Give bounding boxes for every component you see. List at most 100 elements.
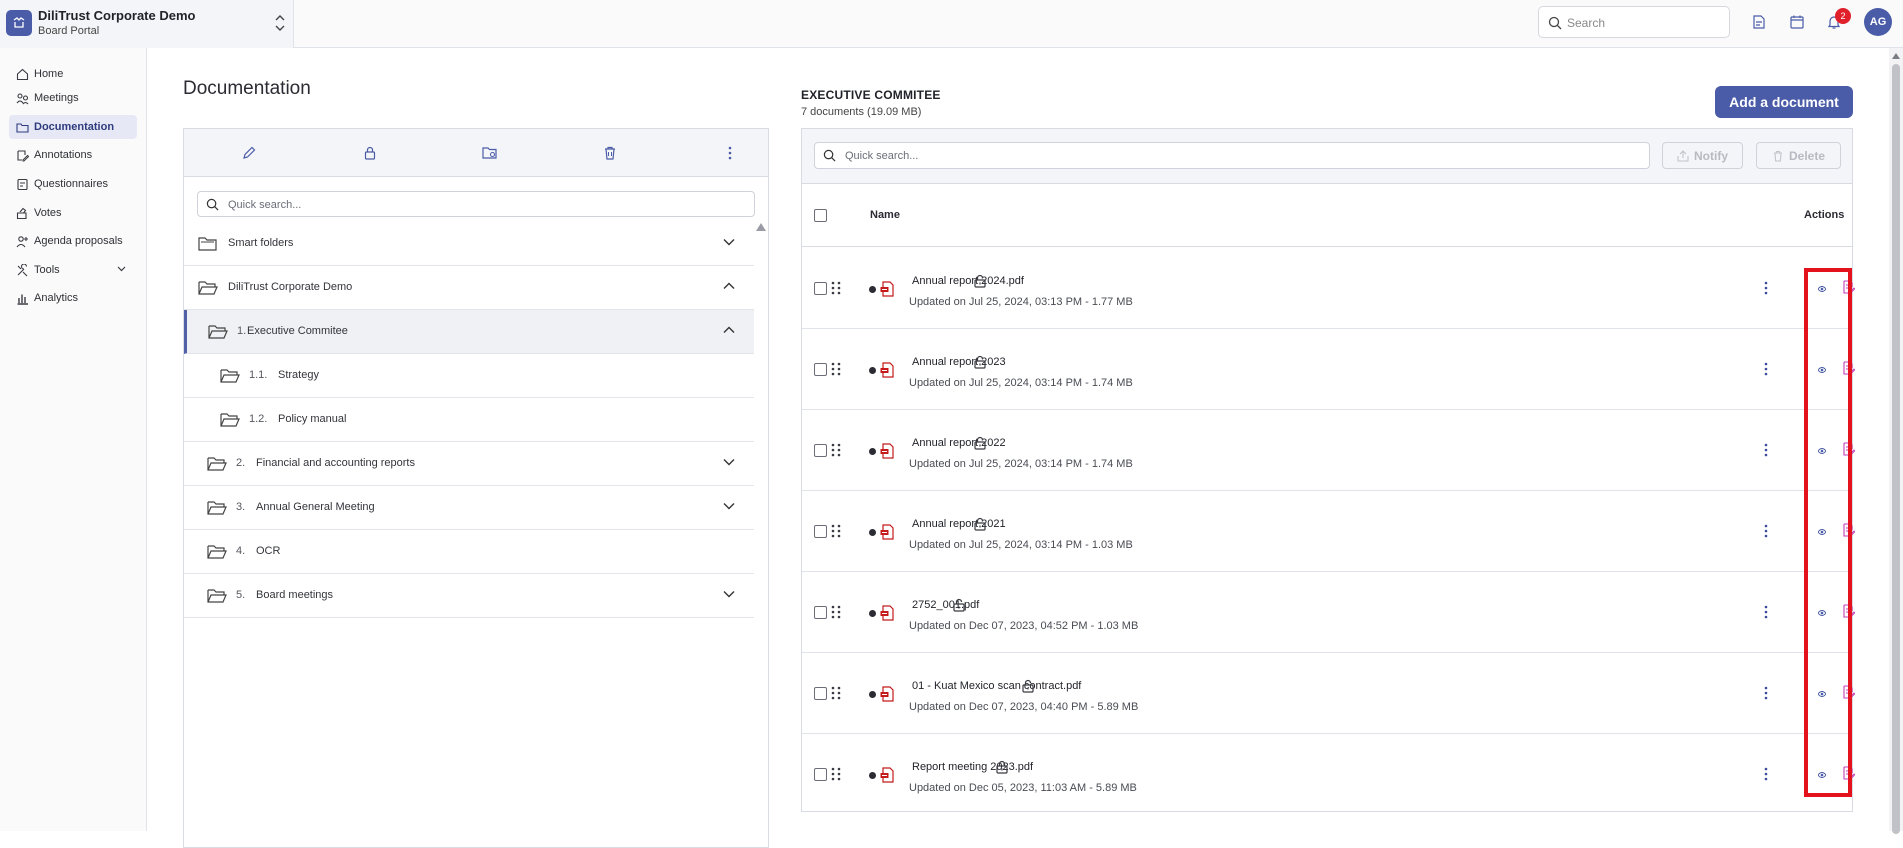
tree-row-ocr[interactable]: 4. OCR [184, 530, 754, 574]
lock-open-icon[interactable] [973, 274, 987, 288]
notify-button[interactable]: Notify [1662, 142, 1743, 169]
sidebar-item-analytics[interactable]: Analytics [9, 286, 137, 310]
lock-open-icon[interactable] [952, 598, 966, 612]
switch-chevrons-icon[interactable] [274, 13, 286, 33]
document-row[interactable]: Annual report 2023 Updated on Jul 25, 20… [802, 329, 1855, 410]
more-vertical-icon[interactable] [1763, 362, 1769, 376]
sidebar-item-questionnaires[interactable]: Questionnaires [9, 172, 137, 196]
drag-handle-icon[interactable] [831, 443, 841, 457]
chevron-up-icon[interactable] [723, 282, 735, 290]
folder-search[interactable] [197, 191, 755, 217]
more-vertical-icon[interactable] [1763, 524, 1769, 538]
eye-icon[interactable] [1818, 608, 1826, 618]
sign-document-icon[interactable] [1842, 685, 1855, 699]
tree-row-smart-folders[interactable]: Smart folders [184, 222, 754, 266]
lock-open-icon[interactable] [1021, 679, 1035, 693]
document-row[interactable]: 2752_001.pdf Updated on Dec 07, 2023, 04… [802, 572, 1855, 653]
lock-closed-icon[interactable] [995, 760, 1009, 774]
chevron-up-icon[interactable] [723, 326, 735, 334]
global-search[interactable] [1538, 6, 1730, 38]
sidebar-item-tools[interactable]: Tools [9, 258, 137, 282]
document-name[interactable]: 01 - Kuat Mexico scan contract.pdf [912, 680, 1081, 692]
tree-row-strategy[interactable]: 1.1. Strategy [184, 354, 754, 398]
sidebar-item-annotations[interactable]: Annotations [9, 143, 137, 167]
sidebar-item-votes[interactable]: Votes [9, 201, 137, 225]
document-name[interactable]: Annual report 2022 [912, 437, 1006, 449]
more-vertical-icon[interactable] [721, 144, 739, 162]
eye-icon[interactable] [1818, 365, 1826, 375]
tree-row-agm[interactable]: 3. Annual General Meeting [184, 486, 754, 530]
drag-handle-icon[interactable] [831, 767, 841, 781]
document-row[interactable]: Annual report 2024.pdf Updated on Jul 25… [802, 248, 1855, 329]
document-name[interactable]: Report meeting 2023.pdf [912, 761, 1033, 773]
row-checkbox[interactable] [814, 768, 827, 781]
sign-document-icon[interactable] [1842, 766, 1855, 780]
folder-search-input[interactable] [228, 196, 728, 214]
document-name[interactable]: Annual report 2024.pdf [912, 275, 1024, 287]
row-checkbox[interactable] [814, 525, 827, 538]
more-vertical-icon[interactable] [1763, 443, 1769, 457]
row-checkbox[interactable] [814, 363, 827, 376]
document-row[interactable]: Annual report 2022 Updated on Jul 25, 20… [802, 410, 1855, 491]
trash-icon[interactable] [601, 144, 619, 162]
row-checkbox[interactable] [814, 606, 827, 619]
document-row[interactable]: Report meeting 2023.pdf Updated on Dec 0… [802, 734, 1855, 815]
sidebar-item-home[interactable]: Home [9, 62, 137, 86]
sidebar-item-agenda-proposals[interactable]: Agenda proposals [9, 229, 137, 253]
chevron-down-icon[interactable] [723, 502, 735, 510]
drag-handle-icon[interactable] [831, 686, 841, 700]
drag-handle-icon[interactable] [831, 605, 841, 619]
more-vertical-icon[interactable] [1763, 686, 1769, 700]
lock-icon[interactable] [361, 144, 379, 162]
eye-icon[interactable] [1818, 770, 1826, 780]
document-search-input[interactable] [845, 147, 1625, 165]
tree-scroll-up-arrow[interactable] [756, 223, 766, 231]
user-avatar[interactable]: AG [1864, 8, 1892, 36]
calendar-icon[interactable] [1787, 12, 1807, 32]
scrollbar-thumb[interactable] [1892, 64, 1900, 834]
row-checkbox[interactable] [814, 687, 827, 700]
select-all-checkbox[interactable] [814, 209, 827, 222]
brand-switcher[interactable]: DiliTrust Corporate Demo Board Portal [0, 0, 294, 48]
document-row[interactable]: Annual report 2021 Updated on Jul 25, 20… [802, 491, 1855, 572]
lock-open-icon[interactable] [973, 436, 987, 450]
document-search[interactable] [814, 142, 1650, 169]
delete-button[interactable]: Delete [1756, 142, 1841, 169]
documents-shortcut-icon[interactable] [1749, 12, 1769, 32]
row-checkbox[interactable] [814, 282, 827, 295]
edit-icon[interactable] [240, 144, 258, 162]
eye-icon[interactable] [1818, 689, 1826, 699]
lock-open-icon[interactable] [973, 517, 987, 531]
scroll-up-arrow[interactable] [1892, 53, 1900, 59]
chevron-down-icon[interactable] [723, 238, 735, 246]
sidebar-item-meetings[interactable]: Meetings [9, 86, 137, 110]
tree-row-root[interactable]: DiliTrust Corporate Demo [184, 266, 754, 310]
document-name[interactable]: Annual report 2023 [912, 356, 1006, 368]
more-vertical-icon[interactable] [1763, 605, 1769, 619]
document-name[interactable]: 2752_001.pdf [912, 599, 979, 611]
lock-open-icon[interactable] [973, 355, 987, 369]
tree-row-policy-manual[interactable]: 1.2. Policy manual [184, 398, 754, 442]
sign-document-icon[interactable] [1842, 361, 1855, 375]
global-search-input[interactable] [1567, 13, 1717, 33]
sign-document-icon[interactable] [1842, 442, 1855, 456]
more-vertical-icon[interactable] [1763, 281, 1769, 295]
tree-row-financial-reports[interactable]: 2. Financial and accounting reports [184, 442, 754, 486]
chevron-down-icon[interactable] [723, 458, 735, 466]
tree-row-executive-commitee[interactable]: 1. Executive Commitee [184, 310, 754, 354]
eye-icon[interactable] [1818, 527, 1826, 537]
tree-row-board-meetings[interactable]: 5. Board meetings [184, 574, 754, 618]
document-name[interactable]: Annual report 2021 [912, 518, 1006, 530]
eye-icon[interactable] [1818, 446, 1826, 456]
folder-settings-icon[interactable] [481, 144, 499, 162]
add-document-button[interactable]: Add a document [1715, 86, 1853, 118]
sign-document-icon[interactable] [1842, 604, 1855, 618]
sidebar-item-documentation[interactable]: Documentation [9, 115, 137, 139]
page-scrollbar[interactable] [1889, 48, 1903, 834]
chevron-down-icon[interactable] [723, 590, 735, 598]
document-row[interactable]: 01 - Kuat Mexico scan contract.pdf Updat… [802, 653, 1855, 734]
row-checkbox[interactable] [814, 444, 827, 457]
eye-icon[interactable] [1818, 284, 1826, 294]
sign-document-icon[interactable] [1842, 280, 1855, 294]
drag-handle-icon[interactable] [831, 281, 841, 295]
